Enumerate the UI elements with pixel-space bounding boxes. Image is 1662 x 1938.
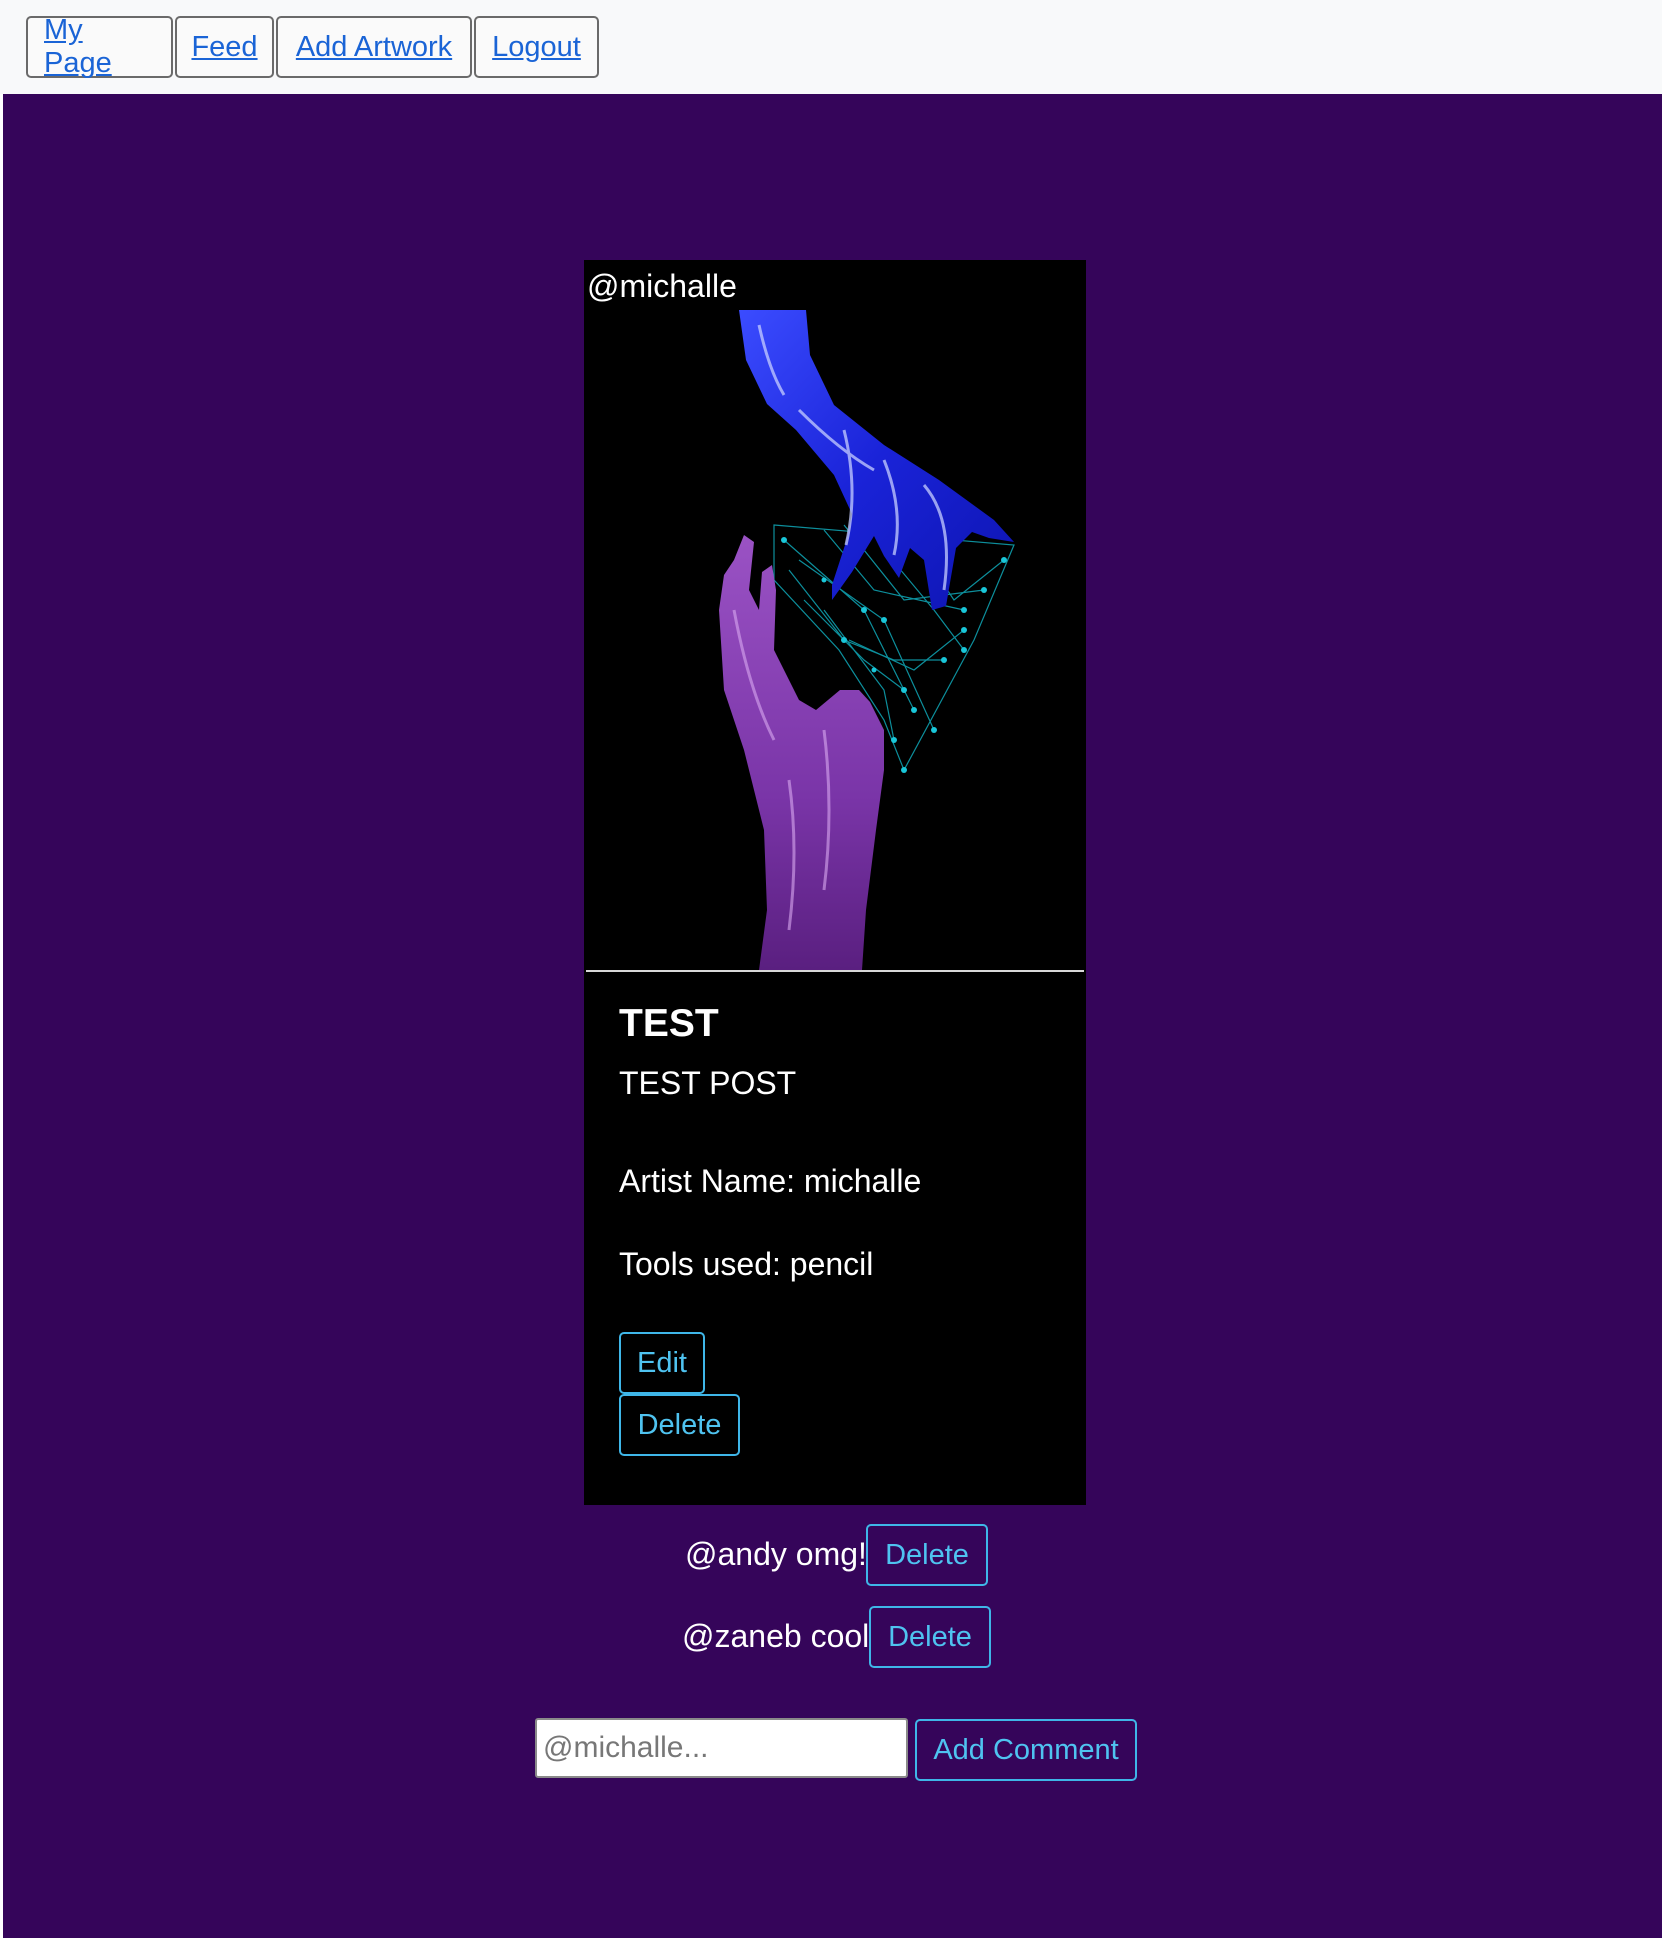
card-divider — [586, 970, 1084, 972]
delete-comment-button[interactable]: Delete — [869, 1606, 991, 1668]
artwork-card: @michalle TEST TEST POST Artist Name: mi… — [584, 260, 1086, 1505]
artwork-image — [584, 310, 1086, 970]
edit-button[interactable]: Edit — [619, 1332, 705, 1394]
add-comment-button[interactable]: Add Comment — [915, 1719, 1137, 1781]
comment-text: @zaneb cool — [682, 1618, 870, 1654]
nav-logout-button[interactable]: Logout — [474, 16, 599, 78]
delete-comment-button[interactable]: Delete — [866, 1524, 988, 1586]
post-title: TEST — [619, 1002, 719, 1045]
nav-my-page-button[interactable]: My Page — [26, 14, 173, 79]
comment-text: @andy omg! — [685, 1536, 867, 1572]
post-artist-name: Artist Name: michalle — [619, 1163, 922, 1199]
comment-input[interactable] — [535, 1718, 908, 1778]
delete-post-button[interactable]: Delete — [619, 1394, 740, 1456]
post-description: TEST POST — [619, 1065, 797, 1101]
post-username: @michalle — [587, 268, 737, 304]
post-tools-used: Tools used: pencil — [619, 1246, 874, 1282]
top-nav: My Page Feed Add Artwork Logout — [0, 0, 1662, 94]
page-body: @michalle TEST TEST POST Artist Name: mi… — [3, 94, 1662, 1938]
nav-feed-button[interactable]: Feed — [175, 16, 274, 78]
nav-add-artwork-button[interactable]: Add Artwork — [276, 16, 472, 78]
